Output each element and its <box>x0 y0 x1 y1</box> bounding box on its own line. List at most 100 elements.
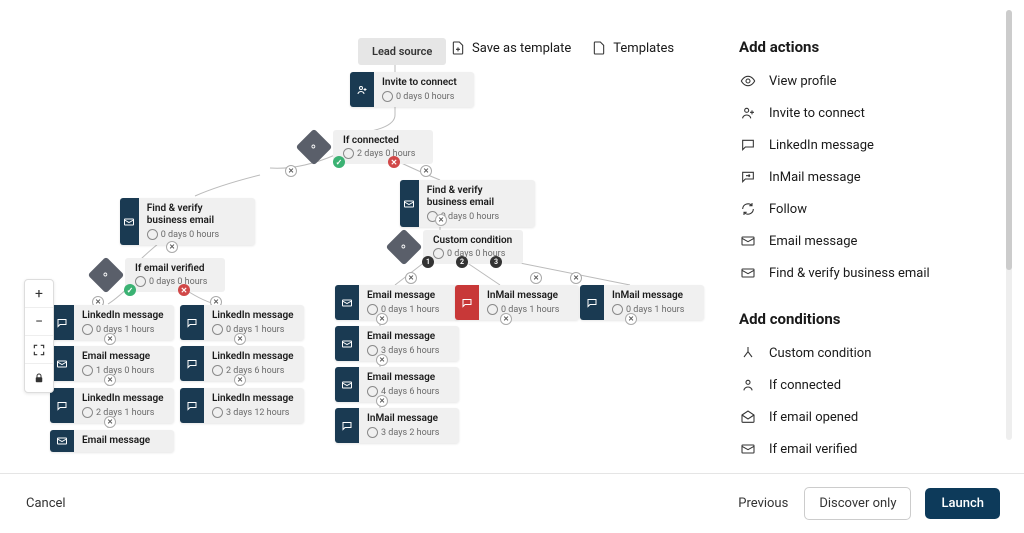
node-title: InMail message <box>367 413 449 425</box>
condition-custom[interactable]: Custom condition <box>739 344 1000 362</box>
action-email-message[interactable]: Email message <box>739 232 1000 250</box>
person-add-icon <box>739 104 757 122</box>
node-title: Custom condition <box>433 235 513 246</box>
cancel-button[interactable]: Cancel <box>24 488 68 519</box>
x-dot: ✕ <box>376 354 388 366</box>
find-verify-email-node[interactable]: Find & verify business email0 days 0 hou… <box>400 180 535 227</box>
x-dot: ✕ <box>405 272 417 284</box>
flow-canvas[interactable]: Save as template Templates Lead source I… <box>0 0 714 473</box>
mail-icon <box>50 430 74 452</box>
launch-button[interactable]: Launch <box>925 488 1000 519</box>
chat-icon <box>180 305 204 340</box>
save-as-template-button[interactable]: Save as template <box>450 40 571 56</box>
mail-search-icon <box>120 198 139 245</box>
branch-1: 1 <box>422 256 434 268</box>
action-label: Email message <box>769 234 857 249</box>
node-title: Email message <box>367 290 449 302</box>
if-connected-node[interactable]: ⚬ If connected2 days 0 hours <box>301 130 433 164</box>
inmail-message-node[interactable]: InMail message 0 days 1 hours <box>455 285 579 320</box>
mail-icon <box>335 326 359 361</box>
node-title: LinkedIn message <box>82 310 164 322</box>
action-find-verify-email[interactable]: Find & verify business email <box>739 264 1000 282</box>
person-icon <box>739 376 757 394</box>
x-dot: ✕ <box>104 374 116 386</box>
action-view-profile[interactable]: View profile <box>739 72 1000 90</box>
if-email-verified-node[interactable]: ⚬ If email verified0 days 0 hours <box>93 258 225 292</box>
x-dot: ✕ <box>104 333 116 345</box>
invite-to-connect-node[interactable]: Invite to connect0 days 0 hours <box>350 72 474 107</box>
node-title: Find & verify business email <box>427 185 525 209</box>
node-timing: 0 days 0 hours <box>147 229 245 240</box>
add-conditions-title: Add conditions <box>739 310 1000 328</box>
x-dot: ✕ <box>376 395 388 407</box>
node-title: Email message <box>82 351 164 363</box>
zoom-controls: + − <box>24 279 54 393</box>
action-label: Find & verify business email <box>769 266 930 281</box>
mail-search-icon <box>400 180 419 227</box>
node-timing: 0 days 1 hours <box>487 304 569 315</box>
zoom-out-button[interactable]: − <box>25 308 53 336</box>
email-message-node[interactable]: Email message4 days 6 hours <box>335 367 459 402</box>
condition-label: If email verified <box>769 442 857 457</box>
email-message-node[interactable]: Email message <box>50 430 174 452</box>
email-message-node[interactable]: Email message0 days 1 hours <box>335 285 459 320</box>
email-message-node[interactable]: Email message3 days 6 hours <box>335 326 459 361</box>
file-icon <box>591 40 607 56</box>
node-timing: 3 days 12 hours <box>212 407 294 418</box>
previous-button[interactable]: Previous <box>736 488 790 519</box>
action-inmail-message[interactable]: InMail message <box>739 168 1000 186</box>
actions-list: View profile Invite to connect LinkedIn … <box>739 72 1000 282</box>
action-label: Follow <box>769 202 807 217</box>
chat-icon <box>180 388 204 423</box>
discover-only-button[interactable]: Discover only <box>804 487 911 520</box>
x-dot: ✕ <box>234 374 246 386</box>
x-dot: ✕ <box>166 241 178 253</box>
chat-arrow-icon <box>739 168 757 186</box>
inmail-message-node[interactable]: InMail message0 days 1 hours <box>580 285 704 320</box>
node-title: InMail message <box>487 290 569 302</box>
action-label: Invite to connect <box>769 106 865 121</box>
scrollbar[interactable] <box>1006 10 1012 440</box>
templates-label: Templates <box>613 41 674 56</box>
mail-search-icon <box>739 264 757 282</box>
zoom-in-button[interactable]: + <box>25 280 53 308</box>
scrollbar-thumb[interactable] <box>1006 10 1012 270</box>
condition-if-connected[interactable]: If connected <box>739 376 1000 394</box>
action-follow[interactable]: Follow <box>739 200 1000 218</box>
node-title: LinkedIn message <box>82 393 164 405</box>
node-timing: 1 days 0 hours <box>82 365 164 376</box>
file-add-icon <box>450 40 466 56</box>
condition-icon: ⚬ <box>296 129 333 166</box>
x-dot: ✕ <box>625 313 637 325</box>
linkedin-message-node[interactable]: LinkedIn message3 days 12 hours <box>180 388 304 423</box>
action-invite-to-connect[interactable]: Invite to connect <box>739 104 1000 122</box>
find-verify-email-node[interactable]: Find & verify business email0 days 0 hou… <box>120 198 255 245</box>
chat-icon <box>580 285 604 320</box>
x-dot: ✕ <box>570 272 582 284</box>
node-timing: 0 days 0 hours <box>433 248 513 259</box>
action-linkedin-message[interactable]: LinkedIn message <box>739 136 1000 154</box>
chat-icon <box>50 388 74 423</box>
node-timing: 3 days 2 hours <box>367 427 449 438</box>
node-title: LinkedIn message <box>212 351 294 363</box>
node-title: Email message <box>367 372 449 384</box>
footer: Cancel Previous Discover only Launch <box>0 473 1024 533</box>
refresh-icon <box>739 200 757 218</box>
node-title: Email message <box>82 435 164 447</box>
x-dot: ✕ <box>420 165 432 177</box>
add-actions-title: Add actions <box>739 38 1000 56</box>
condition-if-email-opened[interactable]: If email opened <box>739 408 1000 426</box>
eye-icon <box>739 72 757 90</box>
lead-source-node[interactable]: Lead source <box>358 38 446 65</box>
x-dot: ✕ <box>285 165 297 177</box>
lock-button[interactable] <box>25 364 53 392</box>
node-timing: 0 days 1 hours <box>212 324 294 335</box>
node-title: LinkedIn message <box>212 310 294 322</box>
templates-button[interactable]: Templates <box>591 40 674 56</box>
condition-if-email-verified[interactable]: If email verified <box>739 440 1000 458</box>
condition-icon: ⚬ <box>386 229 423 266</box>
sidebar: Add actions View profile Invite to conne… <box>714 0 1024 473</box>
inmail-message-node[interactable]: InMail message 3 days 2 hours <box>335 408 459 443</box>
node-title: If connected <box>343 135 423 146</box>
fit-screen-button[interactable] <box>25 336 53 364</box>
